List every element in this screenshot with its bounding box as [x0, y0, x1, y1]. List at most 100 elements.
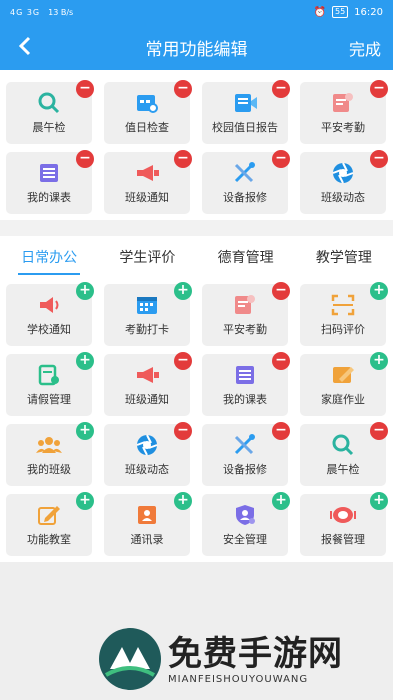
category-tab[interactable]: 德育管理	[197, 244, 295, 274]
remove-icon[interactable]: −	[370, 422, 388, 440]
homework-icon	[329, 363, 357, 387]
function-tile[interactable]: 班级通知 −	[104, 352, 192, 416]
function-tile[interactable]: 班级动态 −	[104, 422, 192, 486]
remove-icon[interactable]: −	[272, 80, 290, 98]
function-label: 班级动态	[125, 463, 169, 476]
remove-icon[interactable]: −	[370, 150, 388, 168]
add-icon[interactable]: +	[174, 492, 192, 510]
function-label: 我的课表	[223, 393, 267, 406]
function-label: 平安考勤	[321, 121, 365, 134]
remove-icon[interactable]: −	[272, 150, 290, 168]
done-button[interactable]: 完成	[349, 36, 381, 60]
remove-icon[interactable]: −	[174, 80, 192, 98]
function-tile[interactable]: 班级动态 −	[300, 150, 388, 214]
function-tile[interactable]: 安全管理 +	[202, 492, 290, 556]
attendance-icon	[231, 293, 259, 317]
remove-icon[interactable]: −	[370, 80, 388, 98]
watermark-subtitle: MIANFEISHOUYOUWANG	[168, 673, 309, 685]
remove-icon[interactable]: −	[76, 80, 94, 98]
shield-user-icon	[231, 503, 259, 527]
remove-icon[interactable]: −	[272, 422, 290, 440]
speaker-icon	[35, 293, 63, 317]
remove-icon[interactable]: −	[174, 422, 192, 440]
add-icon[interactable]: +	[272, 492, 290, 510]
add-icon[interactable]: +	[370, 492, 388, 510]
function-tile[interactable]: 晨午检 −	[6, 80, 94, 144]
function-label: 晨午检	[32, 121, 66, 134]
alarm-icon: ⏰	[313, 6, 326, 18]
aperture-icon	[133, 433, 161, 457]
leave-icon	[35, 363, 63, 387]
remove-icon[interactable]: −	[174, 352, 192, 370]
remove-icon[interactable]: −	[174, 150, 192, 168]
signal-indicator: 4G 3G	[10, 7, 41, 17]
function-tile[interactable]: 值日检查 −	[104, 80, 192, 144]
function-tile[interactable]: 学校通知 +	[6, 282, 94, 346]
function-label: 学校通知	[27, 323, 71, 336]
function-tile[interactable]: 设备报修 −	[202, 422, 290, 486]
add-icon[interactable]: +	[174, 282, 192, 300]
calendar-search-icon	[133, 91, 161, 115]
function-tile[interactable]: 请假管理 +	[6, 352, 94, 416]
function-tile[interactable]: 扫码评价 +	[300, 282, 388, 346]
add-icon[interactable]: +	[76, 282, 94, 300]
function-tile[interactable]: 功能教室 +	[6, 492, 94, 556]
function-tile[interactable]: 我的课表 −	[202, 352, 290, 416]
function-tile[interactable]: 家庭作业 +	[300, 352, 388, 416]
function-tile[interactable]: 晨午检 −	[300, 422, 388, 486]
magnifier-icon	[35, 91, 63, 115]
all-functions-grid: 学校通知 + 考勤打卡 + 平安考勤 − 扫码评价 + 请假管理 + 班级通知 − 我的课表 − 家庭作业 +…	[6, 282, 388, 556]
function-tile[interactable]: 平安考勤 −	[300, 80, 388, 144]
add-icon[interactable]: +	[76, 492, 94, 510]
function-label: 平安考勤	[223, 323, 267, 336]
category-tabs: 日常办公 学生评价 德育管理 教学管理	[0, 244, 393, 275]
function-label: 班级动态	[321, 191, 365, 204]
function-label: 报餐管理	[321, 533, 365, 546]
function-tile[interactable]: 平安考勤 −	[202, 282, 290, 346]
battery-indicator: 55	[331, 6, 349, 18]
function-tile[interactable]: 设备报修 −	[202, 150, 290, 214]
remove-icon[interactable]: −	[272, 352, 290, 370]
common-functions-grid: 晨午检 − 值日检查 − 校园值日报告 − 平安考勤 − 我的课表 − 班级通知 − 设备报修 − 班级动态…	[6, 80, 388, 214]
magnifier-icon	[329, 433, 357, 457]
function-label: 晨午检	[326, 463, 360, 476]
function-tile[interactable]: 我的班级 +	[6, 422, 94, 486]
status-bar: 4G 3G 13 B/s ⏰ 55 16:20	[0, 0, 393, 24]
back-button[interactable]	[10, 31, 40, 61]
remove-icon[interactable]: −	[272, 282, 290, 300]
watermark-title: 免费手游网	[168, 633, 343, 674]
add-icon[interactable]: +	[370, 352, 388, 370]
megaphone-icon	[133, 363, 161, 387]
category-tab[interactable]: 教学管理	[295, 244, 393, 274]
function-tile[interactable]: 我的课表 −	[6, 150, 94, 214]
report-icon	[231, 91, 259, 115]
category-tab[interactable]: 学生评价	[98, 244, 196, 274]
meal-icon	[329, 503, 357, 527]
function-tile[interactable]: 考勤打卡 +	[104, 282, 192, 346]
top-navbar: 常用功能编辑 完成	[0, 24, 393, 70]
function-label: 我的课表	[27, 191, 71, 204]
function-label: 安全管理	[223, 533, 267, 546]
watermark: 免费手游网 MIANFEISHOUYOUWANG	[96, 625, 343, 693]
schedule-icon	[231, 363, 259, 387]
function-label: 设备报修	[223, 191, 267, 204]
function-tile[interactable]: 班级通知 −	[104, 150, 192, 214]
category-tab[interactable]: 日常办公	[0, 244, 98, 275]
add-icon[interactable]: +	[76, 352, 94, 370]
remove-icon[interactable]: −	[76, 150, 94, 168]
function-label: 班级通知	[125, 191, 169, 204]
network-speed: 13 B/s	[48, 7, 74, 17]
function-label: 班级通知	[125, 393, 169, 406]
aperture-icon	[329, 161, 357, 185]
add-icon[interactable]: +	[370, 282, 388, 300]
function-tile[interactable]: 通讯录 +	[104, 492, 192, 556]
add-icon[interactable]: +	[76, 422, 94, 440]
chevron-left-icon	[18, 36, 31, 56]
tools-icon	[231, 433, 259, 457]
tools-icon	[231, 161, 259, 185]
function-label: 校园值日报告	[212, 121, 278, 134]
group-icon	[35, 433, 63, 457]
function-label: 设备报修	[223, 463, 267, 476]
function-tile[interactable]: 报餐管理 +	[300, 492, 388, 556]
function-tile[interactable]: 校园值日报告 −	[202, 80, 290, 144]
